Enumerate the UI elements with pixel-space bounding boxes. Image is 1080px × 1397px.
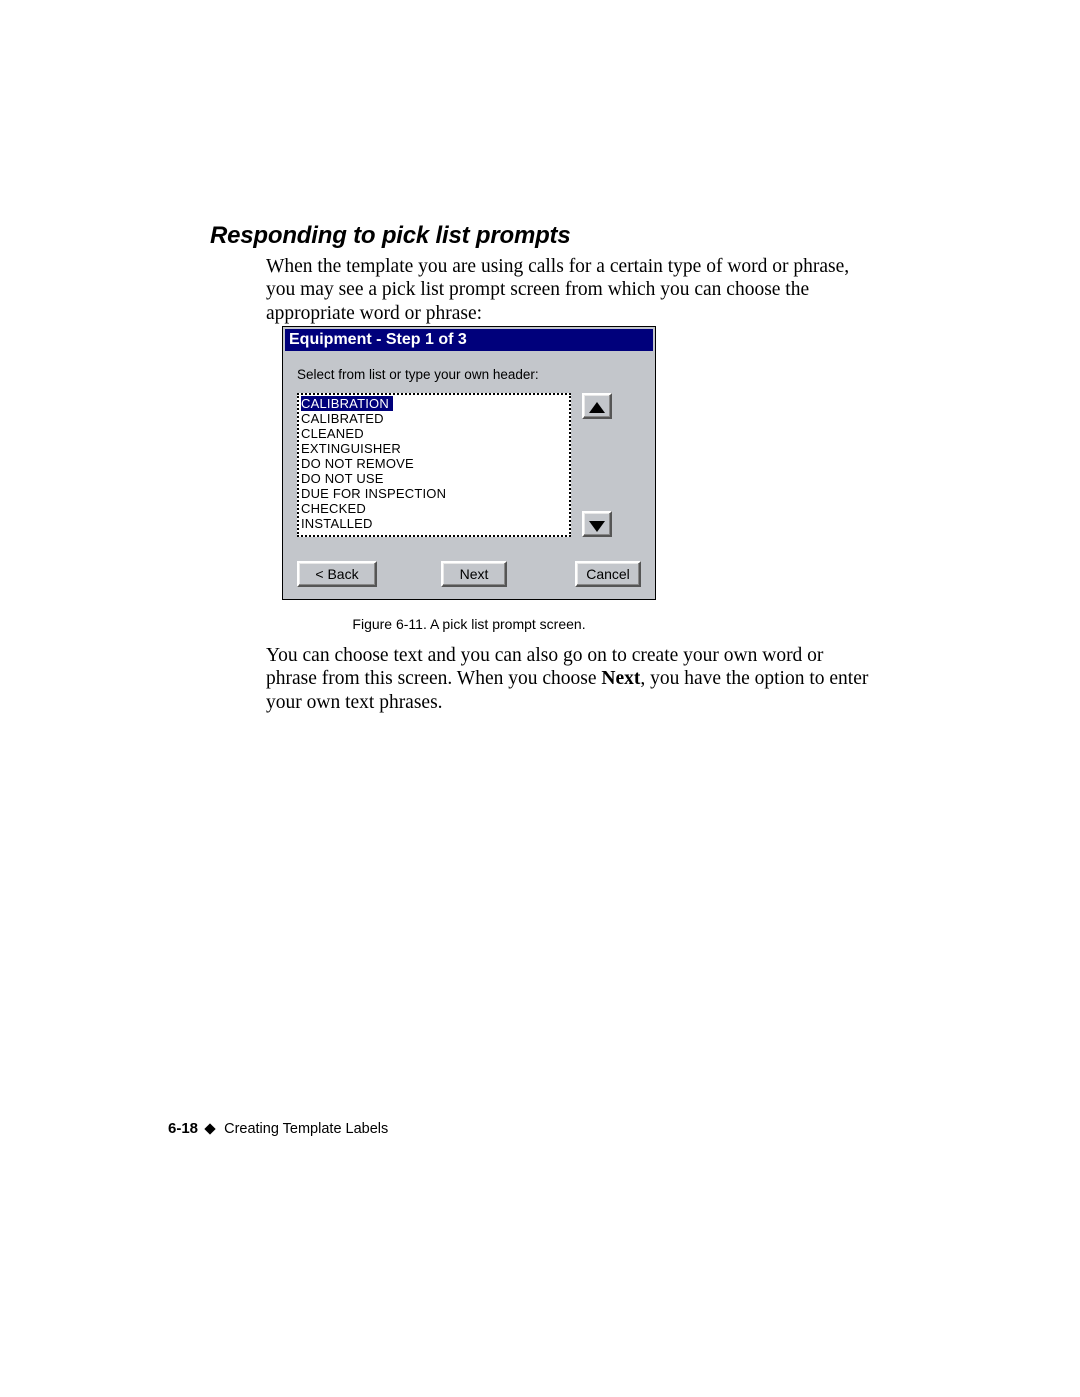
scroll-up-button[interactable] — [582, 393, 612, 419]
followup-paragraph: You can choose text and you can also go … — [266, 644, 878, 714]
list-item[interactable]: DO NOT USE — [301, 471, 567, 486]
list-item[interactable]: DO NOT REMOVE — [301, 456, 567, 471]
chapter-title: Creating Template Labels — [224, 1121, 388, 1137]
scroll-down-button[interactable] — [582, 511, 612, 537]
back-button[interactable]: < Back — [297, 561, 377, 587]
arrow-up-icon — [589, 402, 605, 413]
list-item[interactable]: CHECKED — [301, 501, 567, 516]
intro-paragraph: When the template you are using calls fo… — [266, 255, 866, 325]
page-footer: 6-18 Creating Template Labels — [168, 1120, 388, 1137]
pick-list-box[interactable]: CALIBRATION CALIBRATED CLEANED EXTINGUIS… — [297, 393, 571, 537]
list-item[interactable]: DUE FOR INSPECTION — [301, 486, 567, 501]
diamond-icon — [204, 1123, 215, 1134]
page-number: 6-18 — [168, 1120, 198, 1137]
figure-caption: Figure 6-11. A pick list prompt screen. — [282, 616, 656, 632]
dialog-instruction-label: Select from list or type your own header… — [297, 367, 539, 382]
dialog-title-bar: Equipment - Step 1 of 3 — [285, 329, 653, 351]
list-item[interactable]: CALIBRATED — [301, 411, 567, 426]
arrow-down-icon — [589, 521, 605, 532]
next-button[interactable]: Next — [441, 561, 507, 587]
list-item[interactable]: CLEANED — [301, 426, 567, 441]
list-item[interactable]: EXTINGUISHER — [301, 441, 567, 456]
list-item[interactable]: INSTALLED — [301, 516, 567, 531]
pick-list-dialog: Equipment - Step 1 of 3 Select from list… — [282, 326, 656, 600]
document-page: Responding to pick list prompts When the… — [0, 0, 1080, 1397]
para2-bold-next: Next — [601, 668, 640, 689]
cancel-button[interactable]: Cancel — [575, 561, 641, 587]
section-heading: Responding to pick list prompts — [210, 222, 570, 250]
list-item[interactable]: CALIBRATION — [301, 396, 567, 411]
